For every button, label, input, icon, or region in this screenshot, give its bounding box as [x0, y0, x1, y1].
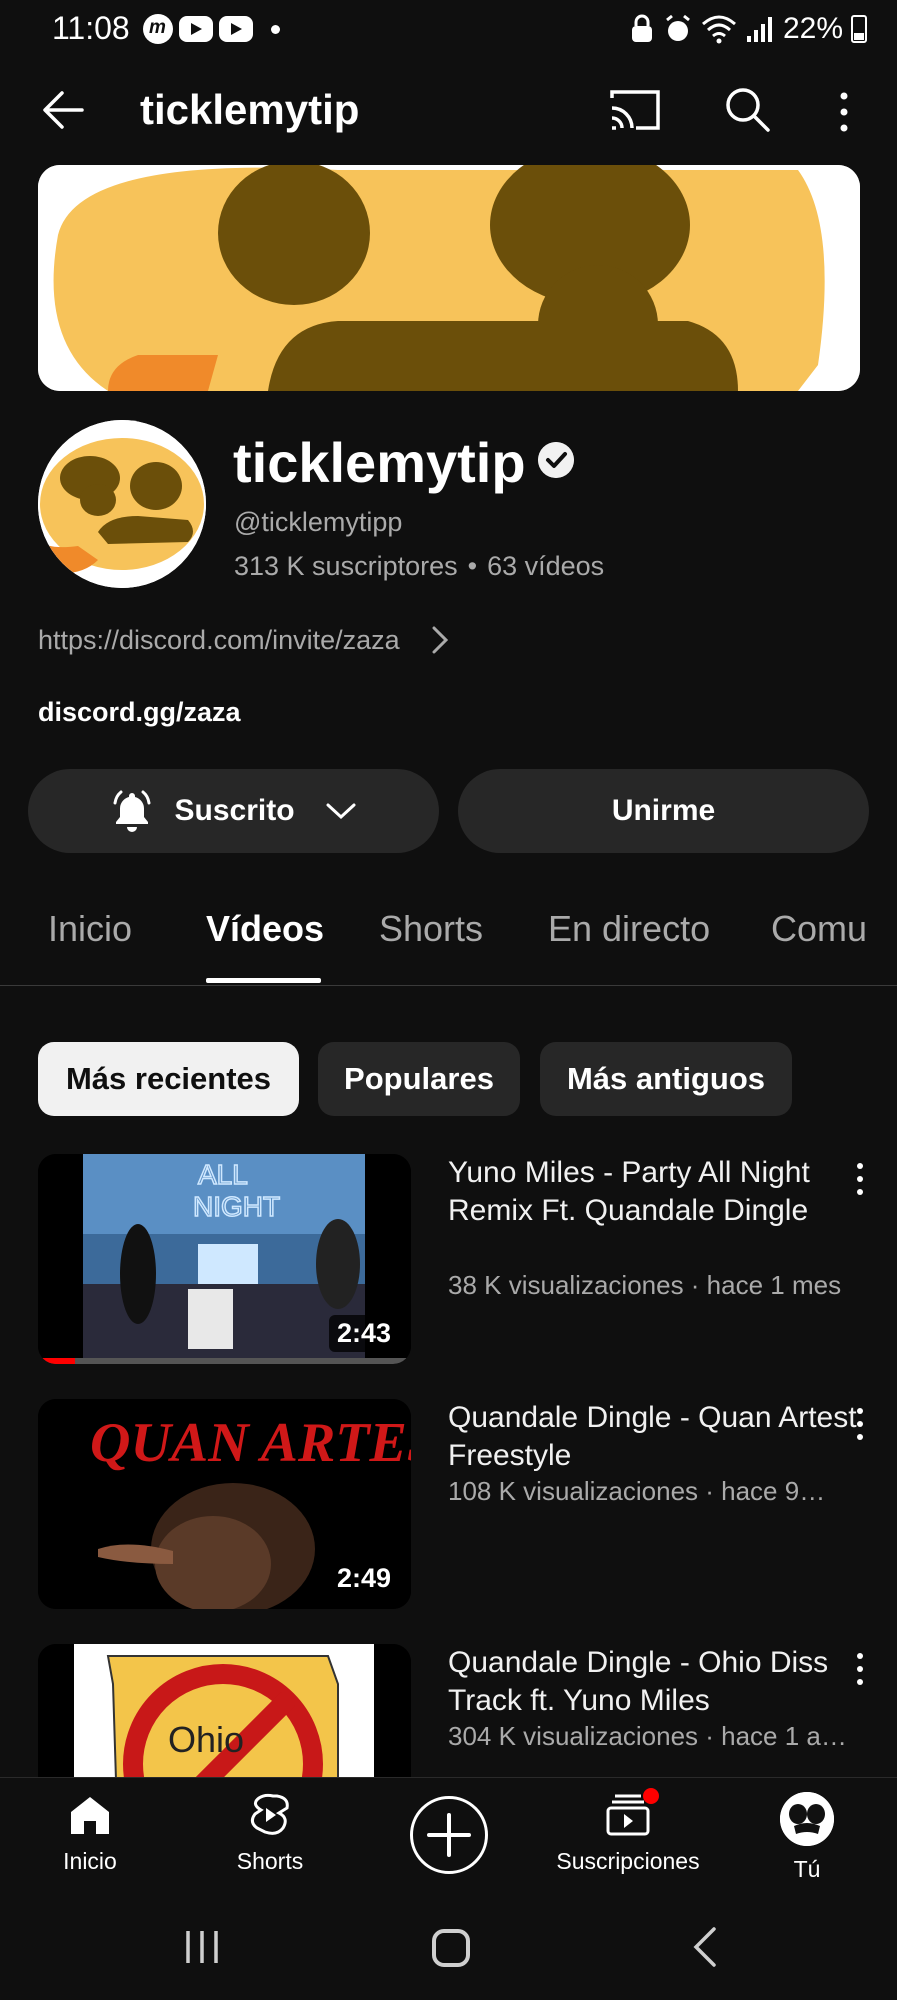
messenger-notification-icon: m [143, 14, 173, 44]
chip-oldest[interactable]: Más antiguos [540, 1042, 792, 1116]
shorts-icon [250, 1793, 289, 1835]
channel-name: ticklemytip [233, 431, 526, 494]
more-notifications-icon [271, 24, 280, 34]
chip-most-recent[interactable]: Más recientes [38, 1042, 299, 1116]
nav-subscriptions[interactable]: Suscripciones [543, 1788, 713, 1875]
lock-icon [631, 14, 652, 42]
notification-icons: m [143, 14, 280, 44]
search-icon[interactable] [722, 84, 772, 134]
video-title[interactable]: Quandale Dingle - Quan Artest Freestyle [448, 1399, 868, 1475]
video-thumbnail[interactable]: Ohio [38, 1644, 411, 1777]
channel-tabs: Inicio Vídeos Shorts En directo Comu [0, 880, 897, 986]
back-arrow-icon[interactable] [40, 88, 86, 132]
active-tab-indicator [206, 978, 321, 983]
channel-banner [38, 165, 860, 391]
tab-videos[interactable]: Vídeos [206, 908, 324, 950]
watch-progress [38, 1358, 411, 1364]
video-item[interactable]: ALL NIGHT 2:43 Yuno Miles - Party All Nig… [0, 1154, 897, 1364]
video-meta: 38 K visualizaciones · hace 1 mes [448, 1270, 842, 1300]
nav-you[interactable]: Tú [722, 1792, 892, 1883]
top-app-bar: ticklemytip [0, 70, 897, 150]
video-meta: 108 K visualizaciones · hace 9… [448, 1476, 826, 1506]
thumbnail-image: Ohio [38, 1644, 411, 1777]
cast-icon[interactable] [608, 88, 662, 132]
channel-handle: @ticklemytipp [234, 507, 403, 537]
battery-percent: 22% [782, 12, 843, 45]
subscriber-count: 313 K suscriptores [234, 551, 458, 581]
youtube-notification-icon [219, 16, 253, 42]
watch-progress-fill [38, 1358, 76, 1364]
alarm-icon [666, 14, 690, 41]
home-icon [71, 1797, 109, 1834]
youtube-notification-icon [179, 16, 213, 42]
video-item[interactable]: Ohio Quandale Dingle - Ohio Diss Track f… [0, 1644, 897, 1777]
channel-link-text[interactable]: https://discord.com/invite/zaza [38, 625, 400, 656]
tab-overflow: Comu [771, 880, 897, 985]
channel-link[interactable]: https://discord.com/invite/zaza [38, 620, 450, 660]
nav-subscriptions-label: Suscripciones [556, 1848, 700, 1874]
subscribed-label: Suscrito [174, 794, 295, 827]
tab-home[interactable]: Inicio [48, 908, 132, 950]
join-label: Unirme [611, 794, 716, 827]
chip-popular[interactable]: Populares [318, 1042, 520, 1116]
video-title[interactable]: Quandale Dingle - Ohio Diss Track ft. Yu… [448, 1644, 868, 1720]
join-button[interactable]: Unirme [458, 769, 869, 853]
bottom-navigation: Inicio Shorts Suscripciones Tú [0, 1777, 897, 1895]
video-duration: 2:43 [328, 1315, 399, 1352]
subscribed-button[interactable]: Suscrito [28, 769, 439, 853]
video-more-icon[interactable] [850, 1650, 870, 1690]
subscriptions-notification-dot [643, 1788, 659, 1804]
thumbnail-overlay-text: Ohio [168, 1719, 244, 1760]
video-thumbnail[interactable]: QUAN ARTEST 2:49 [38, 1399, 411, 1609]
video-item[interactable]: QUAN ARTEST 2:49 Quandale Dingle - Quan … [0, 1399, 897, 1609]
avatar [780, 1792, 834, 1846]
system-back-icon[interactable] [690, 1925, 720, 1969]
nav-you-label: Tú [793, 1856, 821, 1882]
notification-bell-icon [113, 790, 151, 832]
nav-shorts-label: Shorts [236, 1848, 304, 1874]
channel-stats: 313 K suscriptores • 63 vídeos [234, 551, 604, 582]
video-thumbnail[interactable]: ALL NIGHT 2:43 [38, 1154, 411, 1364]
system-status: 22% [629, 12, 867, 46]
status-bar: 11:08 m 22% [0, 0, 897, 60]
status-time: 11:08 [52, 10, 130, 46]
chevron-right-icon [432, 626, 448, 654]
avatar-image [780, 1792, 834, 1846]
system-navigation-bar [0, 1895, 897, 2000]
recent-apps-icon[interactable] [182, 1927, 222, 1967]
thumbnail-overlay-text: QUAN ARTEST [90, 1412, 411, 1474]
tab-community[interactable]: Comu [771, 908, 867, 950]
video-meta: 304 K visualizaciones · hace 1 a… [448, 1721, 847, 1751]
more-options-icon[interactable] [832, 90, 856, 134]
video-more-icon[interactable] [850, 1405, 870, 1445]
wifi-icon [701, 15, 736, 44]
channel-description[interactable]: discord.gg/zaza [38, 697, 241, 728]
video-title[interactable]: Yuno Miles - Party All Night Remix Ft. Q… [448, 1154, 868, 1230]
nav-shorts[interactable]: Shorts [185, 1792, 355, 1875]
video-count: 63 vídeos [487, 551, 605, 581]
video-duration: 2:49 [328, 1560, 399, 1597]
verified-badge-icon [538, 442, 574, 478]
nav-home-label: Inicio [63, 1848, 117, 1874]
nav-home[interactable]: Inicio [5, 1792, 175, 1875]
chevron-down-icon [326, 803, 356, 820]
stats-separator: • [467, 551, 478, 581]
avatar-image [38, 420, 206, 588]
battery-icon [851, 15, 867, 43]
video-more-icon[interactable] [850, 1160, 870, 1200]
channel-avatar[interactable] [38, 420, 206, 588]
signal-icon [746, 17, 772, 42]
tab-live[interactable]: En directo [548, 908, 710, 950]
create-button[interactable] [410, 1796, 488, 1874]
banner-image [38, 165, 860, 391]
home-button[interactable] [432, 1929, 470, 1967]
create-icon [427, 1813, 471, 1857]
tab-shorts[interactable]: Shorts [379, 908, 483, 950]
page-title: ticklemytip [140, 86, 360, 133]
